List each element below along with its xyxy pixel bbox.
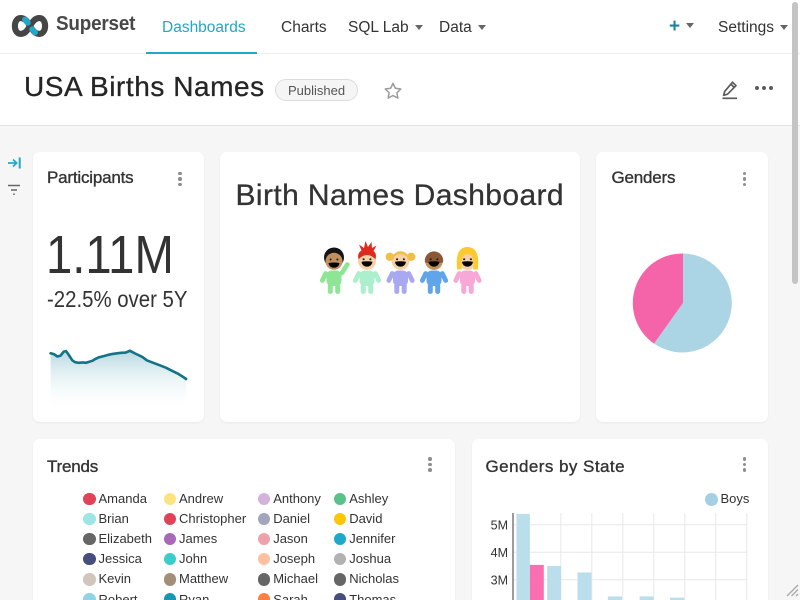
svg-text:3M: 3M [490, 573, 507, 587]
svg-text:4M: 4M [490, 546, 507, 560]
svg-text:5M: 5M [490, 518, 507, 532]
